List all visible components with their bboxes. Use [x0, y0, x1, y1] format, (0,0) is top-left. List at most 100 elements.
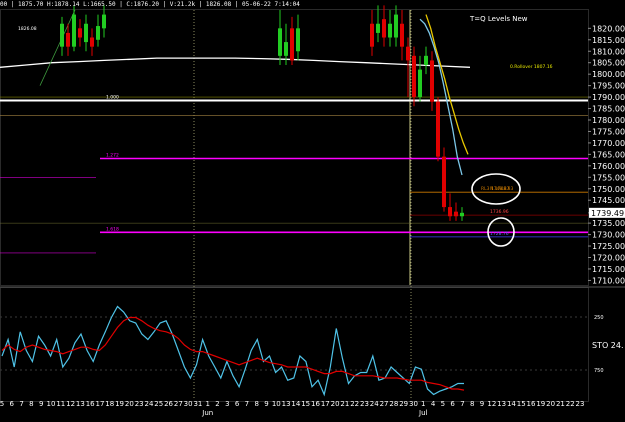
- x-day-label: 7: [245, 400, 249, 408]
- candle-body: [102, 14, 106, 29]
- x-day-label: 30: [184, 400, 193, 408]
- x-day-label: 4: [431, 400, 436, 408]
- candle-body: [376, 23, 380, 33]
- candle-body: [418, 69, 422, 98]
- x-day-label: 13: [76, 400, 85, 408]
- y-tick-label: 1805.00: [592, 59, 625, 68]
- x-day-label: 14: [291, 400, 300, 408]
- x-day-label: 5: [441, 400, 445, 408]
- x-day-label: 19: [115, 400, 124, 408]
- candle-body: [296, 28, 300, 52]
- y-tick-label: 1815.00: [592, 36, 625, 45]
- x-day-label: 11: [56, 400, 65, 408]
- candle-body: [60, 23, 64, 47]
- x-day-label: 30: [409, 400, 418, 408]
- x-day-label: 7: [19, 400, 23, 408]
- candle-body: [388, 23, 392, 38]
- x-day-label: 15: [517, 400, 526, 408]
- chart-svg: 1.0001.2721.618N 1748.831736.961728.76T=…: [0, 5, 625, 417]
- y-tick-label: 1770.00: [592, 139, 625, 148]
- x-day-label: 5: [0, 400, 4, 408]
- x-day-label: 19: [536, 400, 545, 408]
- x-day-label: 1: [421, 400, 425, 408]
- x-day-label: 24: [370, 400, 379, 408]
- candle-body: [96, 26, 100, 40]
- x-day-label: 23: [360, 400, 369, 408]
- x-day-label: 8: [470, 400, 474, 408]
- y-tick-label: 1785.00: [592, 105, 625, 114]
- candle-body: [448, 207, 452, 217]
- y-tick-label: 1710.00: [592, 276, 625, 285]
- x-day-label: 18: [105, 400, 114, 408]
- x-day-label: 8: [254, 400, 258, 408]
- annotation-high: 1826.08: [18, 26, 37, 32]
- y-tick-label: 1720.00: [592, 254, 625, 263]
- y-tick-label: 1780.00: [592, 116, 625, 125]
- x-day-label: 1: [205, 400, 209, 408]
- x-day-label: 6: [450, 400, 455, 408]
- trend-line: [39, 9, 76, 86]
- x-day-label: 10: [272, 400, 281, 408]
- last-price-label: 1739.49: [591, 209, 624, 218]
- candle-body: [400, 23, 404, 47]
- y-tick-label: 1755.00: [592, 173, 625, 182]
- x-day-label: 22: [566, 400, 575, 408]
- candle-body: [436, 101, 440, 157]
- x-day-label: 21: [556, 400, 565, 408]
- x-day-label: 6: [235, 400, 240, 408]
- candle-body: [382, 19, 386, 38]
- y-tick-label: 1735.00: [592, 219, 625, 228]
- candle-body: [290, 28, 294, 61]
- candle-body: [406, 46, 410, 61]
- level-label: 1728.76: [490, 231, 509, 237]
- x-month-label: Jun: [201, 409, 213, 417]
- level-label: 1.000: [106, 95, 119, 101]
- x-day-label: 24: [144, 400, 153, 408]
- x-day-label: 20: [125, 400, 134, 408]
- x-day-label: 23: [135, 400, 144, 408]
- x-month-label: Jul: [418, 409, 428, 417]
- x-day-label: 13: [497, 400, 506, 408]
- x-day-label: 9: [39, 400, 43, 408]
- candle-body: [460, 212, 464, 217]
- osc-tick-label: 750: [594, 368, 604, 374]
- y-tick-label: 1800.00: [592, 70, 625, 79]
- y-tick-label: 1760.00: [592, 162, 625, 171]
- candle-body: [72, 14, 76, 47]
- chart-title: T=Q Levels New: [469, 15, 528, 23]
- candle-body: [66, 32, 70, 47]
- x-day-label: 10: [47, 400, 56, 408]
- x-day-label: 14: [507, 400, 516, 408]
- x-day-label: 20: [331, 400, 340, 408]
- candle-body: [90, 37, 94, 47]
- x-day-label: 22: [350, 400, 359, 408]
- x-day-label: 26: [164, 400, 173, 408]
- x-day-label: 16: [527, 400, 536, 408]
- candle-body: [278, 28, 282, 56]
- candle-body: [412, 55, 416, 98]
- x-day-label: 21: [340, 400, 349, 408]
- x-day-label: 16: [311, 400, 320, 408]
- x-day-label: 27: [380, 400, 389, 408]
- oscillator-line: [1, 316, 465, 391]
- candle-body: [84, 23, 88, 43]
- x-day-label: 29: [399, 400, 408, 408]
- candle-body: [442, 156, 446, 208]
- price-series-line: [0, 57, 471, 68]
- oscillator-panel-frame: [0, 287, 589, 402]
- annotation-rollover: 0.Rollover 1807.16: [510, 64, 553, 70]
- candle-body: [370, 23, 374, 47]
- x-day-label: 28: [389, 400, 398, 408]
- annotation-rl3: RL3 1748.87: [481, 186, 510, 192]
- x-day-label: 12: [66, 400, 75, 408]
- y-tick-label: 1745.00: [592, 196, 625, 205]
- chart-header-info: 00 | 1875.70 H:1878.14 L:1665.50 | C:187…: [0, 1, 300, 8]
- oscillator-title: STO 24.: [592, 341, 624, 350]
- x-day-label: 17: [321, 400, 330, 408]
- x-day-label: 23: [576, 400, 585, 408]
- level-label: 1736.96: [490, 209, 509, 215]
- y-tick-label: 1725.00: [592, 242, 625, 251]
- candle-body: [394, 14, 398, 38]
- y-tick-label: 1775.00: [592, 127, 625, 136]
- x-day-label: 9: [480, 400, 484, 408]
